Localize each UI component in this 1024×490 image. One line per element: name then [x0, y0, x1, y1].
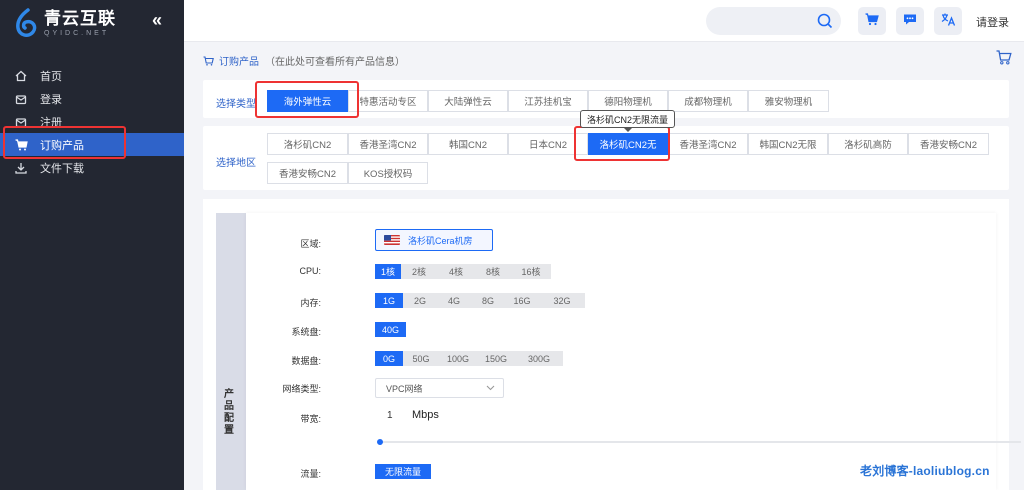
system-disk-label: 系统盘:: [291, 327, 321, 337]
cpu-selector: 1核 2核 4核 8核 16核: [375, 264, 551, 279]
traffic-label: 流量:: [300, 469, 321, 479]
collapse-sidebar-button[interactable]: «: [152, 10, 162, 31]
data-disk-selector: 0G 50G 100G 150G 300G: [375, 351, 563, 366]
cart-icon[interactable]: [996, 50, 1012, 68]
sidebar: 青云互联 QYIDC.NET « 首页 登录 注册 订购产品 文件下载: [0, 0, 184, 490]
region-label: 选择地区: [216, 158, 256, 169]
region-option[interactable]: 香港圣湾CN2: [348, 133, 428, 155]
data-disk-option[interactable]: 0G: [375, 351, 403, 366]
search-input[interactable]: [706, 7, 841, 35]
cpu-option[interactable]: 2核: [401, 264, 437, 279]
sidebar-item-home[interactable]: 首页: [0, 64, 184, 87]
network-type-select[interactable]: VPC网络: [375, 378, 504, 398]
network-type-value: VPC网络: [386, 383, 423, 394]
message-button[interactable]: [896, 7, 924, 35]
highlight-box-order-menu: [3, 126, 126, 159]
system-disk-selector: 40G: [375, 322, 406, 337]
page-note: （在此处可查看所有产品信息）: [265, 57, 405, 68]
cart-button[interactable]: [858, 7, 886, 35]
memory-option[interactable]: 16G: [505, 293, 539, 308]
region-option[interactable]: 洛杉矶高防: [828, 133, 908, 155]
highlight-box-region: [574, 126, 670, 161]
data-disk-option[interactable]: 50G: [403, 351, 439, 366]
config-card: 区域: 洛杉矶Cera机房 CPU: 1核 2核 4核 8核 16核 内存: 1…: [246, 213, 1021, 490]
region-option[interactable]: KOS授权码: [348, 162, 428, 184]
watermark: 老刘博客-laoliublog.cn: [860, 464, 990, 478]
logo[interactable]: 青云互联 QYIDC.NET: [14, 6, 124, 40]
memory-option[interactable]: 1G: [375, 293, 403, 308]
region-option[interactable]: 韩国CN2无限: [748, 133, 828, 155]
cpu-option[interactable]: 4核: [437, 264, 475, 279]
sidebar-menu: 首页 登录 注册 订购产品 文件下载: [0, 64, 184, 179]
language-button[interactable]: [934, 7, 962, 35]
memory-option[interactable]: 2G: [403, 293, 437, 308]
config-side-bar: 产品配置: [216, 213, 246, 490]
type-option[interactable]: 大陆弹性云: [428, 90, 508, 112]
type-option[interactable]: 特惠活动专区: [348, 90, 428, 112]
cart-icon: [865, 13, 879, 29]
memory-option[interactable]: 4G: [437, 293, 471, 308]
config-side-label: 产品配置: [224, 389, 234, 436]
traffic-option[interactable]: 无限流量: [375, 464, 431, 479]
cpu-label: CPU:: [299, 266, 321, 276]
search-icon[interactable]: [817, 13, 833, 29]
bandwidth-label: 带宽:: [300, 414, 321, 424]
region-option[interactable]: 香港安畅CN2: [908, 133, 989, 155]
logo-subtitle: QYIDC.NET: [44, 29, 110, 37]
sidebar-item-label: 首页: [40, 70, 62, 83]
login-icon: [14, 92, 28, 106]
region-option[interactable]: 洛杉矶CN2: [267, 133, 348, 155]
datacenter-label: 洛杉矶Cera机房: [408, 235, 473, 246]
data-disk-option[interactable]: 150G: [477, 351, 515, 366]
bandwidth-input[interactable]: 1: [387, 410, 393, 421]
datacenter-button[interactable]: 洛杉矶Cera机房: [375, 229, 493, 251]
bandwidth-unit: Mbps: [412, 409, 439, 421]
download-icon: [14, 161, 28, 175]
sidebar-item-download[interactable]: 文件下载: [0, 156, 184, 179]
sidebar-item-login[interactable]: 登录: [0, 87, 184, 110]
translate-icon: [941, 13, 956, 29]
data-disk-option[interactable]: 300G: [515, 351, 563, 366]
highlight-box-type: [255, 81, 359, 118]
data-disk-option[interactable]: 100G: [439, 351, 477, 366]
cart-icon: [203, 55, 214, 66]
region-option[interactable]: 韩国CN2: [428, 133, 508, 155]
memory-option[interactable]: 8G: [471, 293, 505, 308]
type-option[interactable]: 江苏挂机宝: [508, 90, 588, 112]
logo-icon: [14, 8, 38, 38]
chevron-down-icon: [486, 383, 495, 394]
system-disk-option[interactable]: 40G: [375, 322, 406, 337]
product-config: 产品配置 区域: 洛杉矶Cera机房 CPU: 1核 2核 4核 8核 16核 …: [203, 199, 1021, 490]
memory-label: 内存:: [300, 298, 321, 308]
region-tooltip: 洛杉矶CN2无限流量: [580, 110, 675, 132]
type-label: 选择类型: [216, 99, 256, 110]
memory-selector: 1G 2G 4G 8G 16G 32G: [375, 293, 585, 308]
slider-handle[interactable]: [377, 439, 383, 445]
login-link[interactable]: 请登录: [976, 14, 1009, 30]
region-option[interactable]: 香港安畅CN2: [267, 162, 348, 184]
us-flag-icon: [384, 235, 400, 245]
page-title: 订购产品: [219, 57, 259, 68]
sidebar-item-label: 登录: [40, 93, 62, 106]
topbar: 请登录: [184, 0, 1024, 42]
message-icon: [903, 13, 917, 29]
logo-title: 青云互联: [44, 8, 116, 29]
region-option[interactable]: 香港圣湾CN2: [668, 133, 748, 155]
data-disk-label: 数据盘:: [291, 356, 321, 366]
memory-option[interactable]: 32G: [539, 293, 585, 308]
type-option[interactable]: 雅安物理机: [748, 90, 829, 112]
network-type-label: 网络类型:: [282, 384, 321, 394]
type-option[interactable]: 德阳物理机: [588, 90, 668, 112]
type-option[interactable]: 成都物理机: [668, 90, 748, 112]
breadcrumb: 订购产品 （在此处可查看所有产品信息）: [203, 53, 405, 68]
bandwidth-slider[interactable]: [377, 439, 1021, 445]
cpu-option[interactable]: 8核: [475, 264, 511, 279]
region-field-label: 区域:: [300, 239, 321, 249]
sidebar-item-label: 文件下载: [40, 162, 84, 175]
cpu-option[interactable]: 1核: [375, 264, 401, 279]
cpu-option[interactable]: 16核: [511, 264, 551, 279]
home-icon: [14, 69, 28, 83]
